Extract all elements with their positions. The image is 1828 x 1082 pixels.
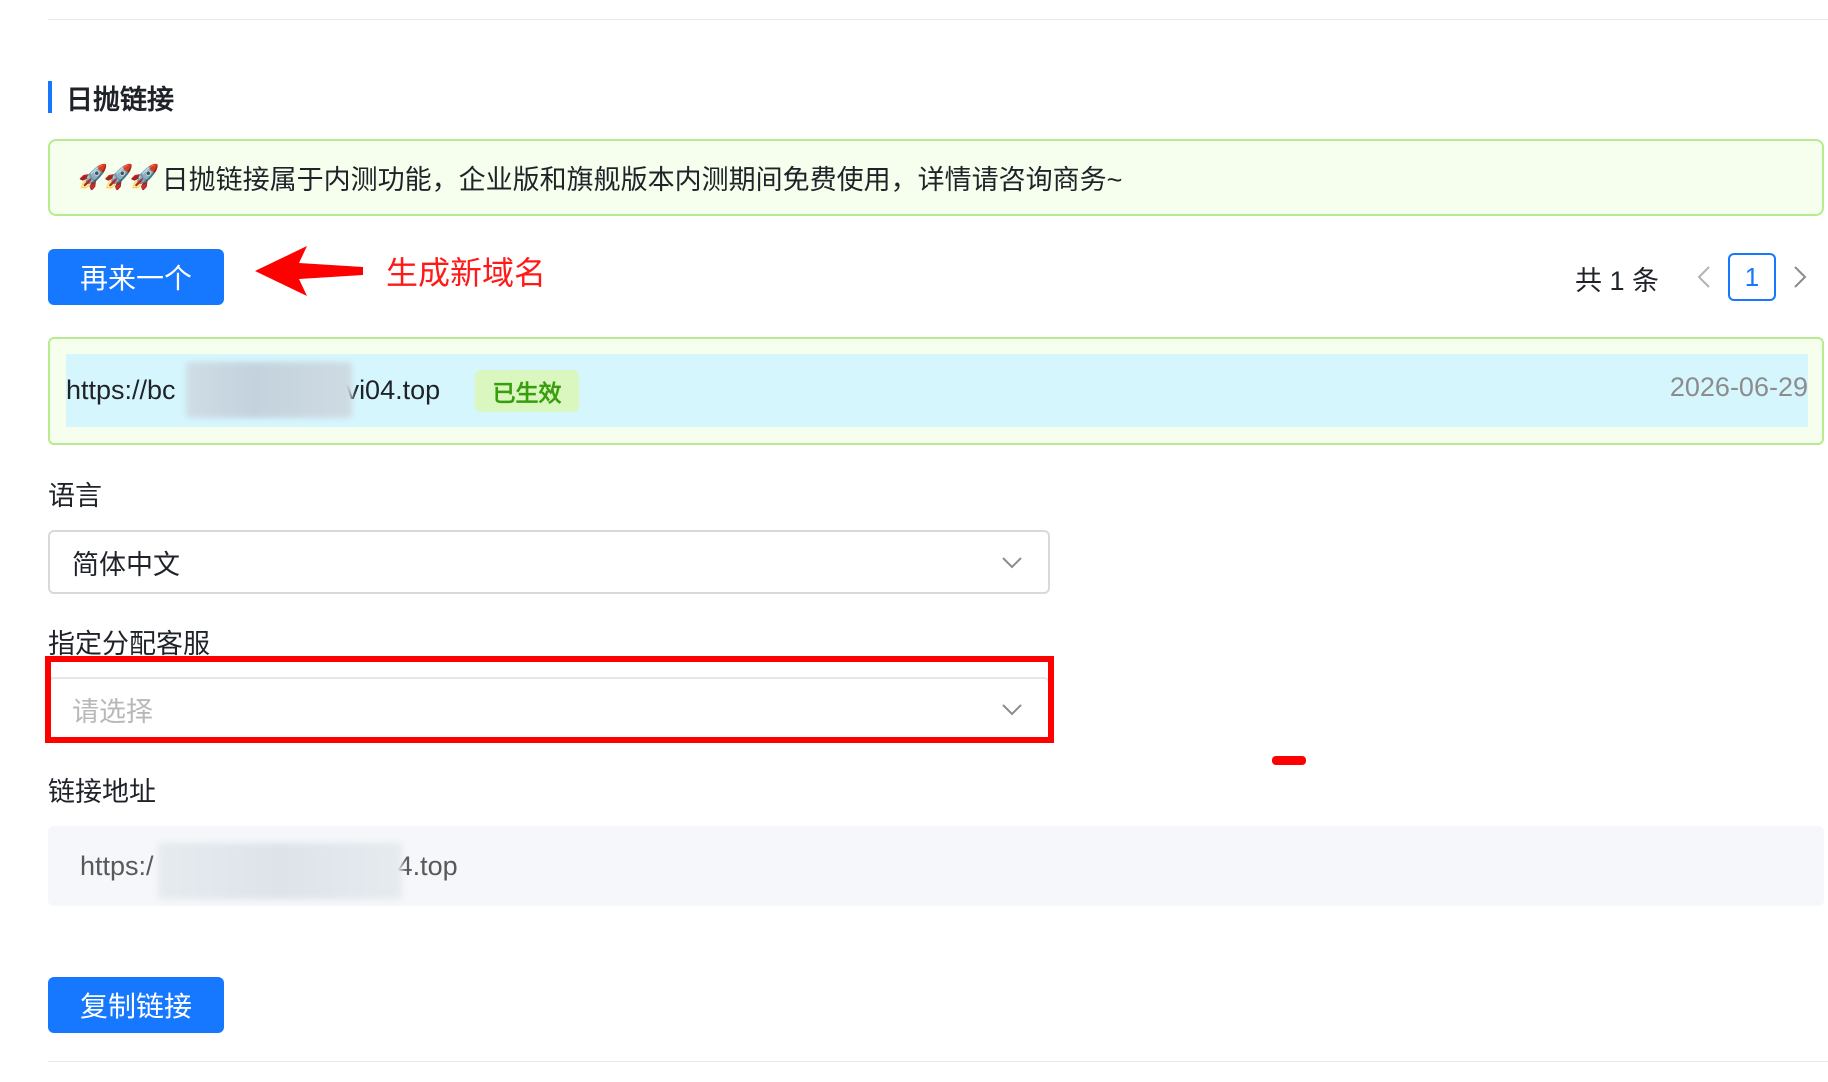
pagination-page-1[interactable]: 1 bbox=[1728, 253, 1776, 301]
link-url-suffix: vi04.top bbox=[345, 375, 441, 405]
redacted-blur bbox=[158, 843, 402, 899]
page-title: 日抛链接 bbox=[66, 84, 174, 115]
section-title: 日抛链接 bbox=[48, 80, 174, 115]
chevron-right-icon[interactable] bbox=[1788, 262, 1812, 292]
link-url-prefix: https://bc bbox=[66, 375, 176, 405]
link-address-suffix: 4.top bbox=[397, 850, 458, 881]
chevron-down-icon bbox=[1002, 557, 1022, 569]
chevron-left-icon[interactable] bbox=[1692, 262, 1716, 292]
annotation-dash bbox=[1272, 756, 1306, 765]
annotation-highlight-box bbox=[45, 656, 1054, 743]
pagination-total: 共 1 条 bbox=[1575, 265, 1660, 296]
redacted-blur bbox=[186, 362, 352, 418]
link-address-prefix: https:/ bbox=[80, 850, 154, 881]
notice-text: 日抛链接属于内测功能，企业版和旗舰版本内测期间免费使用，详情请咨询商务~ bbox=[161, 165, 1123, 195]
status-badge: 已生效 bbox=[475, 370, 579, 412]
link-address-label: 链接地址 bbox=[48, 777, 156, 807]
language-select-value: 简体中文 bbox=[72, 549, 180, 580]
annotation-arrow-icon bbox=[255, 246, 363, 296]
language-select[interactable]: 简体中文 bbox=[48, 530, 1050, 594]
top-divider bbox=[48, 19, 1828, 20]
bottom-divider bbox=[48, 1061, 1828, 1062]
title-accent-bar bbox=[48, 81, 52, 113]
annotation-label: 生成新域名 bbox=[386, 255, 547, 291]
link-date: 2026-06-29 bbox=[1669, 372, 1808, 402]
language-label: 语言 bbox=[48, 481, 102, 511]
generate-again-button[interactable]: 再来一个 bbox=[48, 249, 224, 305]
notice-banner: 🚀🚀🚀 日抛链接属于内测功能，企业版和旗舰版本内测期间免费使用，详情请咨询商务~ bbox=[48, 139, 1824, 216]
copy-link-button[interactable]: 复制链接 bbox=[48, 977, 224, 1033]
rocket-icons: 🚀🚀🚀 bbox=[78, 164, 160, 191]
